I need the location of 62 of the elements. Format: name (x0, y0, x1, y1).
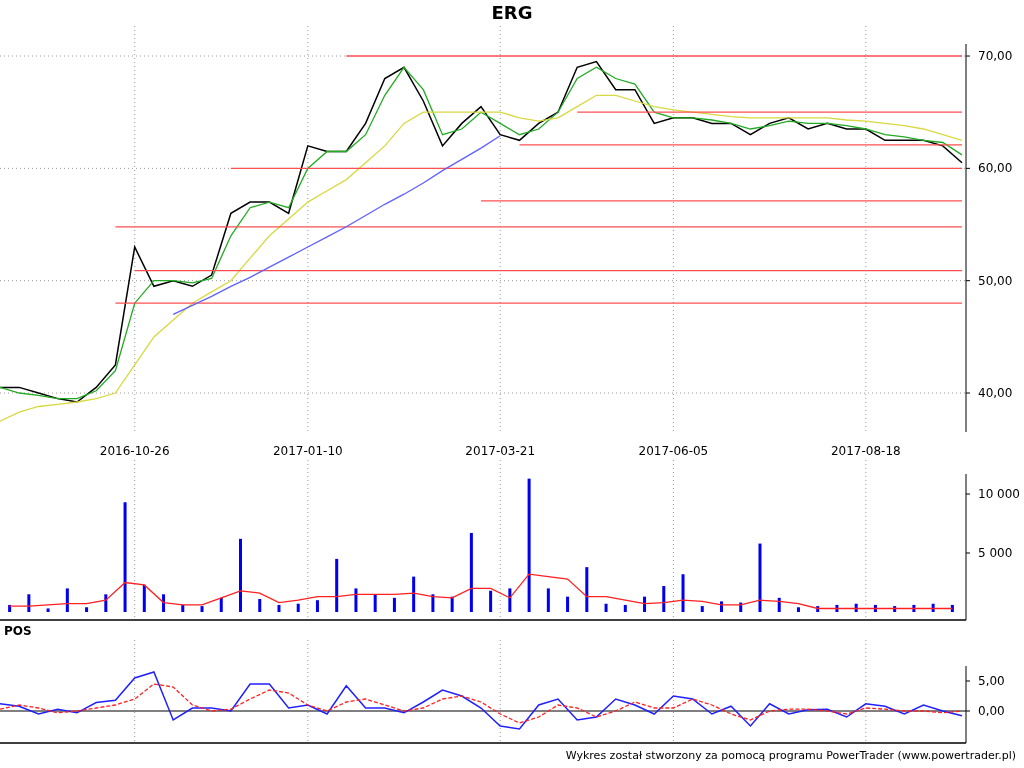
axis-tick-label: 40,00 (978, 386, 1013, 400)
volume-bar (739, 602, 743, 612)
volume-bar (373, 594, 377, 612)
volume-bar (566, 596, 570, 612)
axis-tick-label: 60,00 (978, 161, 1013, 176)
volume-bar (816, 606, 820, 612)
volume-bar (700, 606, 704, 612)
volume-bar (162, 594, 166, 612)
volume-bar (623, 604, 627, 612)
volume-bar (912, 604, 916, 612)
volume-bar (27, 594, 31, 612)
axis-tick-label: 0,00 (978, 704, 1005, 718)
volume-bar (758, 543, 762, 612)
volume-bar (720, 601, 723, 612)
axis-tick-label: 10 000 (978, 487, 1020, 501)
volume-bar (854, 603, 858, 612)
volume-bar (604, 603, 608, 612)
volume-bar (258, 599, 262, 612)
volume-bar (219, 597, 223, 612)
volume-bar (8, 604, 12, 612)
volume-bar (796, 607, 800, 612)
axis-tick-label: 50,00 (978, 273, 1013, 288)
volume-bar (354, 588, 358, 612)
volume-bar (104, 594, 108, 612)
axis-tick-label: 70,00 (978, 49, 1013, 63)
volume-bar (85, 607, 89, 612)
volume-bar (277, 604, 281, 612)
axis-tick-label: 5,00 (978, 674, 1005, 688)
axis-tick-label: 2017-03-21 (465, 444, 536, 458)
axis-tick-label: 2016-10-26 (99, 444, 170, 458)
volume-bar (489, 590, 493, 612)
volume-bar (777, 597, 781, 612)
axis-tick-label: 5 000 (978, 546, 1013, 560)
volume-bar (835, 604, 839, 612)
volume-bar (508, 588, 512, 612)
volume-bar (546, 588, 550, 612)
volume-bar (142, 584, 146, 612)
volume-bar (662, 586, 666, 612)
volume-bar (585, 567, 589, 612)
volume-bar (46, 608, 50, 612)
volume-bar (200, 606, 204, 612)
volume-bar (65, 588, 69, 612)
volume-bar (181, 604, 185, 612)
volume-bar (450, 596, 454, 612)
volume-bar (431, 594, 435, 612)
axis-tick-label: 2017-01-10 (272, 444, 343, 458)
footer-credit: Wykres został stworzony za pomocą programu PowerTrader (www.powertrader.pl) (565, 748, 1016, 765)
volume-bar (392, 597, 396, 612)
indicator-title: POS (4, 623, 32, 640)
volume-bar (893, 606, 897, 612)
chart-title: ERG (491, 4, 533, 22)
volume-bar (873, 604, 877, 612)
volume-bar (950, 604, 954, 612)
volume-bar (643, 596, 647, 612)
volume-bar (412, 576, 416, 612)
volume-bar (335, 558, 339, 612)
axis-tick-label: 2017-06-05 (638, 444, 709, 458)
volume-bar (315, 600, 319, 612)
axis-tick-label: 2017-08-18 (830, 444, 901, 458)
volume-bar (931, 603, 935, 612)
volume-bar (681, 574, 685, 612)
volume-bar (296, 603, 300, 612)
